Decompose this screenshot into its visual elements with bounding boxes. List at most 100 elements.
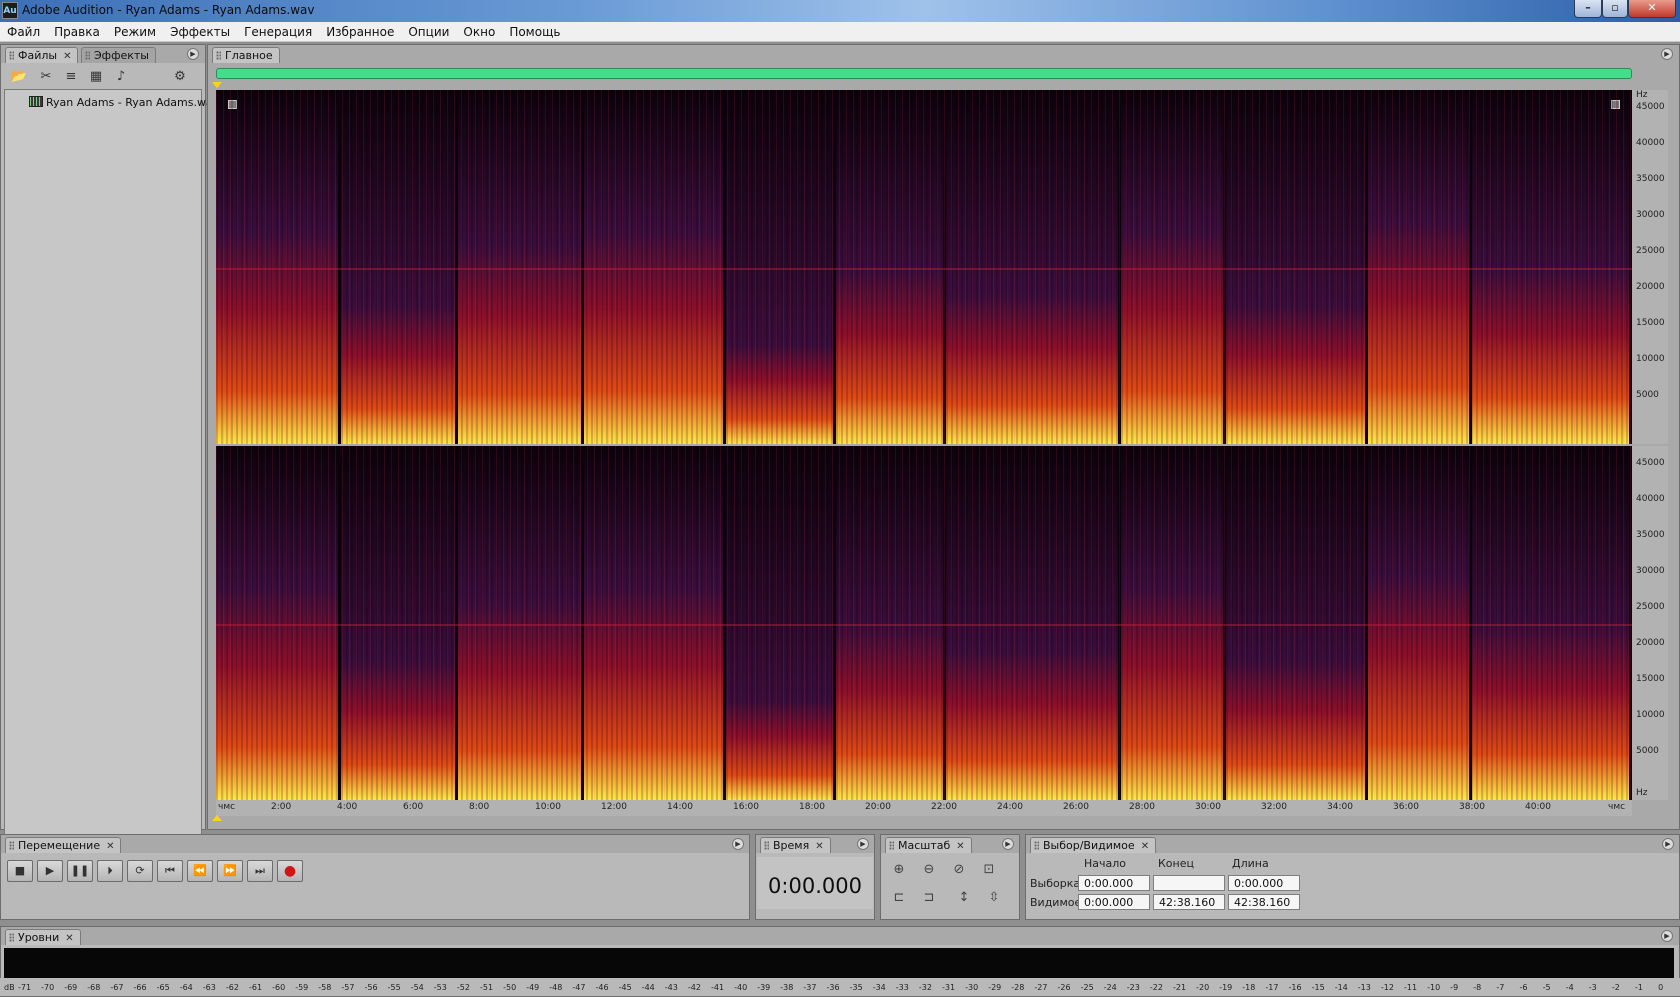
level-tick-label: -15	[1311, 983, 1325, 992]
level-tick-label: -27	[1034, 983, 1048, 992]
freq-tick-label: 45000	[1636, 458, 1665, 468]
minimize-icon[interactable]: –	[1574, 0, 1602, 18]
level-tick-label: -67	[110, 983, 124, 992]
level-tick-label: -9	[1450, 983, 1459, 992]
time-tabstrip: Время ✕ ▶	[756, 835, 874, 853]
tab-selection-view[interactable]: Выбор/Видимое ✕	[1030, 837, 1157, 853]
zoom-out-horizontal-icon[interactable]: ⊖	[918, 860, 940, 880]
tab-selection-label: Выбор/Видимое	[1043, 839, 1135, 852]
fast-forward-icon[interactable]: ⏩	[217, 860, 243, 882]
cursor-top-marker[interactable]	[212, 82, 222, 88]
play-icon[interactable]: ▶	[37, 860, 63, 882]
close-file-icon[interactable]: ✂	[37, 68, 55, 86]
visible-length-field[interactable]: 42:38.160	[1228, 894, 1300, 910]
tab-effects[interactable]: Эффекты	[81, 47, 156, 63]
selection-end-field[interactable]	[1153, 875, 1225, 891]
freq-tick-label: 5000	[1636, 746, 1659, 756]
panel-menu-icon[interactable]: ▶	[1002, 838, 1014, 850]
tab-levels[interactable]: Уровни ✕	[5, 929, 81, 945]
level-tick-label: -21	[1173, 983, 1187, 992]
cursor-bottom-marker[interactable]	[212, 815, 222, 821]
level-tick-label: -68	[87, 983, 101, 992]
time-ruler[interactable]: чмс чмс 2:00 4:00 6:00 8:00 10:00 12:00 14:00 1…	[216, 800, 1632, 816]
pause-icon[interactable]: ❚❚	[67, 860, 93, 882]
close-tab-icon[interactable]: ✕	[1141, 841, 1149, 852]
menu-help[interactable]: Помощь	[502, 22, 567, 39]
time-start-label: чмс	[218, 802, 236, 812]
panel-menu-icon[interactable]: ▶	[187, 48, 199, 60]
tab-transport[interactable]: Перемещение ✕	[5, 837, 122, 853]
time-tick-label: 26:00	[1063, 802, 1089, 812]
level-tick-label: -66	[133, 983, 147, 992]
panel-menu-icon[interactable]: ▶	[1661, 930, 1673, 942]
files-panel: Файлы ✕ Эффекты ▶ 📂 ✂ ≡ ▦ ♪ ⚙ Ryan Adams …	[0, 44, 219, 869]
zoom-in-horizontal-icon[interactable]: ⊕	[888, 860, 910, 880]
close-tab-icon[interactable]: ✕	[106, 841, 114, 852]
tab-main[interactable]: Главное	[212, 47, 280, 63]
column-end-label: Конец	[1158, 857, 1194, 870]
close-tab-icon[interactable]: ✕	[63, 51, 71, 62]
panel-menu-icon[interactable]: ▶	[1662, 838, 1674, 850]
close-icon[interactable]: ✕	[1628, 0, 1676, 18]
insert-into-cd-icon[interactable]: ▦	[87, 68, 105, 86]
row-selection-label: Выборка	[1030, 877, 1081, 890]
insert-into-multitrack-icon[interactable]: ≡	[62, 68, 80, 86]
close-tab-icon[interactable]: ✕	[65, 933, 73, 944]
zoom-to-right-edge-icon[interactable]: ⊐	[918, 888, 940, 908]
maximize-icon[interactable]: ▫	[1602, 0, 1628, 18]
tab-files[interactable]: Файлы ✕	[5, 47, 79, 63]
tab-time[interactable]: Время ✕	[760, 837, 831, 853]
spectrogram-left-channel[interactable]	[216, 90, 1632, 444]
panel-menu-icon[interactable]: ▶	[857, 838, 869, 850]
go-to-end-icon[interactable]: ⏭	[247, 860, 273, 882]
time-tick-label: 24:00	[997, 802, 1023, 812]
zoom-in-vertical-icon[interactable]: ↕	[953, 888, 975, 908]
tab-zoom[interactable]: Масштаб ✕	[885, 837, 972, 853]
app-icon: Au	[2, 2, 18, 19]
overview-bar[interactable]	[216, 68, 1632, 79]
zoom-out-full-icon[interactable]: ⊘	[948, 860, 970, 880]
rewind-icon[interactable]: ⏪	[187, 860, 213, 882]
menu-favorites[interactable]: Избранное	[319, 22, 401, 39]
selection-start-field[interactable]: 0:00.000	[1078, 875, 1150, 891]
menu-view[interactable]: Режим	[107, 22, 163, 39]
panel-menu-icon[interactable]: ▶	[1661, 48, 1673, 60]
level-tick-label: -10	[1427, 983, 1441, 992]
show-options-icon[interactable]: ⚙	[171, 68, 189, 86]
zoom-out-vertical-icon[interactable]: ⇳	[983, 888, 1005, 908]
time-tick-label: 14:00	[667, 802, 693, 812]
time-display: 0:00.000	[757, 857, 873, 909]
go-to-start-icon[interactable]: ⏮	[157, 860, 183, 882]
zoom-to-selection-icon[interactable]: ⊡	[978, 860, 1000, 880]
open-file-icon[interactable]: 📂	[10, 68, 28, 86]
menu-options[interactable]: Опции	[401, 22, 456, 39]
zoom-to-left-edge-icon[interactable]: ⊏	[888, 888, 910, 908]
visible-start-field[interactable]: 0:00.000	[1078, 894, 1150, 910]
close-tab-icon[interactable]: ✕	[815, 841, 823, 852]
level-tick-label: -14	[1334, 983, 1348, 992]
close-tab-icon[interactable]: ✕	[956, 841, 964, 852]
level-tick-label: -20	[1196, 983, 1210, 992]
spectrogram-right-channel[interactable]	[216, 446, 1632, 800]
record-icon[interactable]: ●	[277, 860, 303, 882]
menu-effects[interactable]: Эффекты	[163, 22, 237, 39]
menu-window[interactable]: Окно	[456, 22, 502, 39]
play-from-cursor-icon[interactable]: ⏵	[97, 860, 123, 882]
level-meter-scale: dB -71 -70 -69 -68 -67 -66 -65 -64 -63 -62 -61 -60-…	[0, 978, 1680, 996]
loop-icon[interactable]: ⟳	[127, 860, 153, 882]
level-tick-label: -54	[410, 983, 424, 992]
menu-file[interactable]: Файл	[0, 22, 47, 39]
selection-length-field[interactable]: 0:00.000	[1228, 875, 1300, 891]
freq-tick-label: 40000	[1636, 494, 1665, 504]
stop-icon[interactable]: ■	[7, 860, 33, 882]
panel-menu-icon[interactable]: ▶	[732, 838, 744, 850]
menu-edit[interactable]: Правка	[47, 22, 107, 39]
level-tick-label: -31	[942, 983, 956, 992]
auto-play-icon[interactable]: ♪	[112, 68, 130, 86]
menu-generate[interactable]: Генерация	[237, 22, 319, 39]
visible-end-field[interactable]: 42:38.160	[1153, 894, 1225, 910]
files-list: Ryan Adams - Ryan Adams.wav	[4, 89, 219, 869]
file-list-item[interactable]: Ryan Adams - Ryan Adams.wav	[29, 96, 219, 109]
freq-tick-label: 15000	[1636, 674, 1665, 684]
level-tick-label: -17	[1265, 983, 1279, 992]
